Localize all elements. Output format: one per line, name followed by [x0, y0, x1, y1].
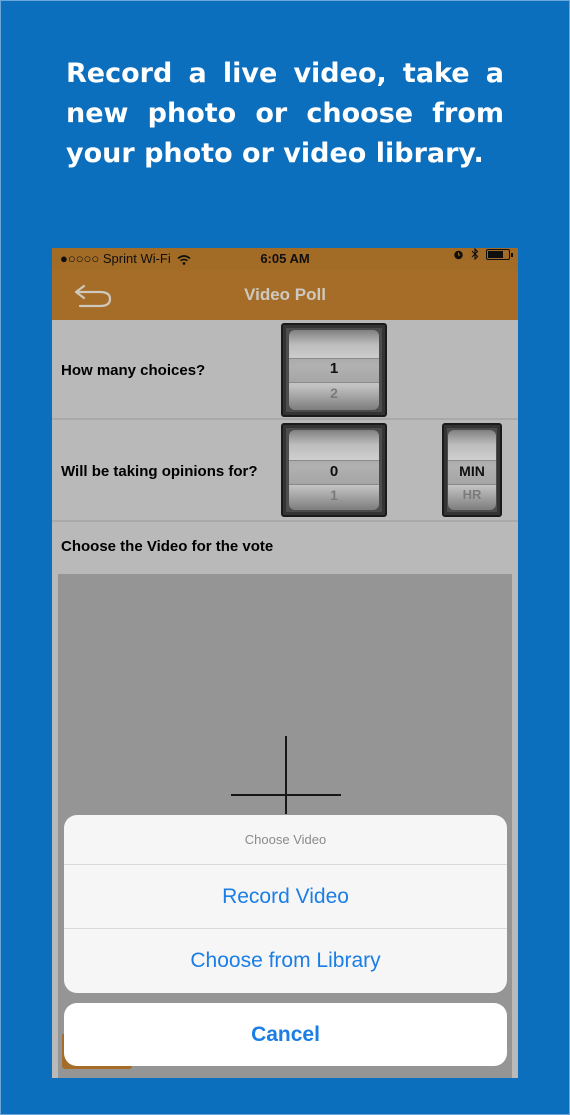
promo-headline: Record a live video, take a new photo or… — [66, 58, 504, 169]
record-video-button[interactable]: Record Video — [64, 865, 507, 929]
choose-library-button[interactable]: Choose from Library — [64, 929, 507, 993]
action-sheet-title: Choose Video — [244, 832, 327, 847]
action-sheet: Choose Video Record Video Choose from Li… — [64, 815, 507, 993]
cancel-button[interactable]: Cancel — [64, 1003, 507, 1066]
phone-screen: ●○○○○ Sprint Wi-Fi 6:05 AM Video Poll Ho… — [52, 248, 518, 1078]
